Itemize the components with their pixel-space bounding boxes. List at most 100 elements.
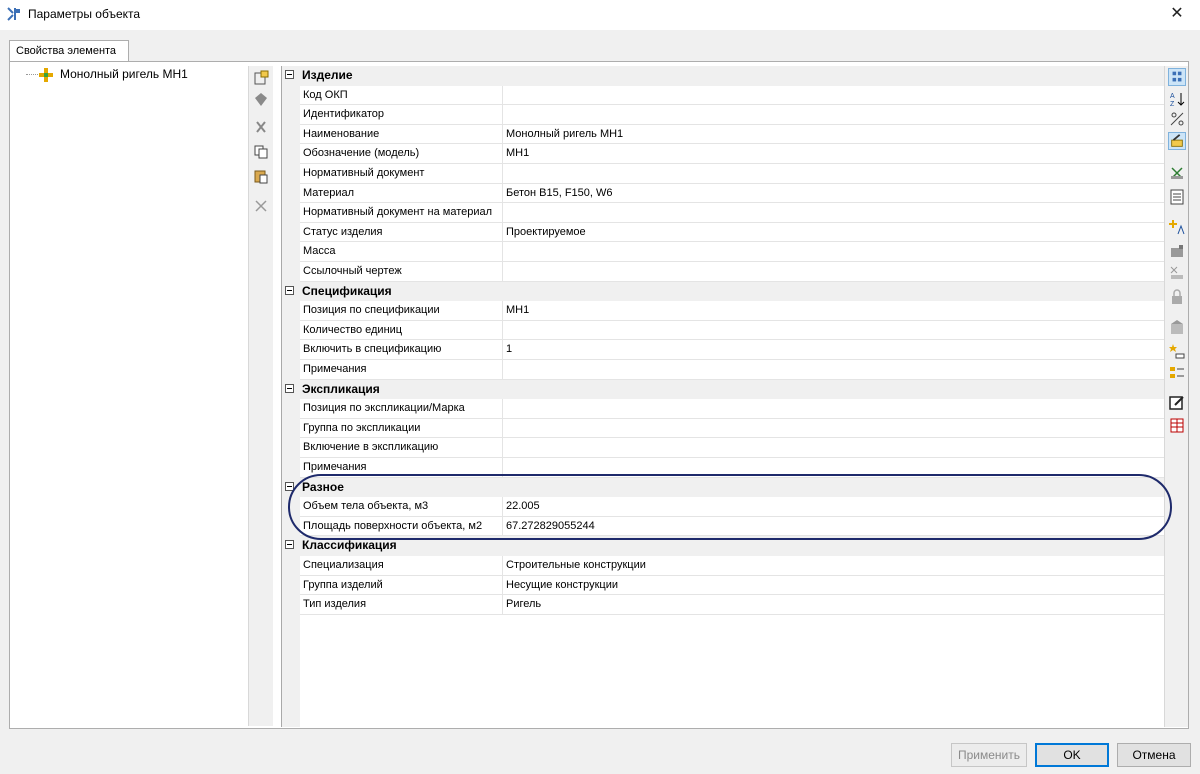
property-row[interactable]: Нормативный документ [282,164,1165,184]
edit-props-icon[interactable] [1168,132,1186,150]
collapse-icon[interactable] [285,383,294,393]
property-value[interactable] [503,262,1165,282]
svg-text:Z: Z [1170,101,1175,108]
property-row[interactable]: Тип изделия Ригель [282,595,1165,615]
apply-button[interactable]: Применить [951,743,1027,767]
template-icon[interactable] [1168,242,1186,260]
app-icon [7,7,20,21]
property-row[interactable]: Площадь поверхности объекта, м2 67.27282… [282,516,1165,537]
building-icon[interactable] [1168,318,1186,336]
property-value[interactable]: 22.005 [503,497,1165,517]
property-name: Обозначение (модель) [300,144,503,164]
collapse-icon[interactable] [285,540,294,550]
category-label: Спецификация [302,283,392,298]
property-value[interactable] [503,164,1165,184]
close-icon: ✕ [1170,5,1184,22]
property-row[interactable]: Статус изделия Проектируемое [282,222,1165,243]
category-label: Экспликация [302,381,380,396]
property-name: Количество единиц [300,320,503,341]
property-row[interactable]: Примечания [282,458,1165,478]
cancel-button[interactable]: Отмена [1117,743,1191,767]
collapse-icon[interactable] [285,481,294,491]
tree-item-root[interactable]: Монолный ригель МН1 [60,67,188,81]
property-value[interactable] [503,419,1165,439]
tab-element-properties[interactable]: Свойства элемента [9,40,129,62]
property-row[interactable]: Наименование Монолный ригель МН1 [282,124,1165,145]
sort-az-icon[interactable]: A Z [1168,90,1186,108]
property-value[interactable]: МН1 [503,144,1165,164]
property-name: Включение в экспликацию [300,438,503,458]
property-value[interactable]: Проектируемое [503,223,1165,243]
property-value[interactable]: Несущие конструкции [503,576,1165,596]
property-value[interactable] [503,321,1165,341]
category-specification[interactable]: Спецификация [282,281,1165,302]
property-value[interactable] [503,203,1165,223]
property-value[interactable] [503,105,1165,125]
property-row[interactable]: Идентификатор [282,105,1165,125]
copy-icon[interactable] [253,144,269,160]
property-row[interactable]: Группа по экспликации [282,418,1165,439]
table-delete-icon[interactable] [1168,416,1186,434]
property-row[interactable]: Нормативный документ на материал [282,203,1165,223]
tree-connector [26,74,38,75]
property-value[interactable]: Ригель [503,595,1165,615]
property-name: Площадь поверхности объекта, м2 [300,516,503,537]
property-value[interactable] [503,399,1165,419]
property-value[interactable] [503,438,1165,458]
categorized-view-icon[interactable] [1168,68,1186,86]
property-value[interactable]: 1 [503,340,1165,360]
property-row[interactable]: Примечания [282,360,1165,380]
property-row[interactable]: Специализация Строительные конструкции [282,556,1165,576]
property-row[interactable]: Количество единиц [282,320,1165,341]
property-name: Материал [300,183,503,204]
new-property-icon[interactable] [1168,342,1186,360]
property-list-icon[interactable] [1168,364,1186,382]
property-value[interactable] [503,458,1165,478]
edit-note-icon[interactable] [1168,394,1186,412]
property-value[interactable]: 67.272829055244 [503,517,1165,537]
property-value[interactable] [503,360,1165,380]
property-name: Примечания [300,360,503,380]
list-icon[interactable] [1168,188,1186,206]
property-row[interactable]: Ссылочный чертеж [282,262,1165,282]
property-row[interactable]: Позиция по спецификации МН1 [282,301,1165,321]
cut-icon[interactable] [253,120,269,136]
property-row[interactable]: Код ОКП [282,85,1165,106]
property-row[interactable]: Объем тела объекта, м3 22.005 [282,497,1165,517]
title-bar: Параметры объекта ✕ [0,0,1200,30]
property-row[interactable]: Обозначение (модель) МН1 [282,144,1165,164]
element-tree: Монолный ригель МН1 [22,67,242,91]
property-value[interactable]: МН1 [503,301,1165,321]
tag-icon[interactable] [253,92,269,108]
property-row[interactable]: Позиция по экспликации/Марка [282,399,1165,419]
close-button[interactable]: ✕ [1154,0,1200,30]
property-row[interactable]: Масса [282,242,1165,262]
remove-parameter-icon[interactable] [1168,264,1186,282]
property-name: Позиция по экспликации/Марка [300,399,503,419]
property-value[interactable]: Строительные конструкции [503,556,1165,576]
property-name: Тип изделия [300,595,503,615]
property-value[interactable] [503,86,1165,106]
category-explication[interactable]: Экспликация [282,379,1165,400]
filter-icon[interactable] [1168,110,1186,128]
paste-icon[interactable] [253,168,269,184]
collapse-icon[interactable] [285,70,294,79]
property-row[interactable]: Включение в экспликацию [282,438,1165,458]
property-value[interactable]: Монолный ригель МН1 [503,125,1165,145]
category-classification[interactable]: Классификация [282,536,1165,556]
property-value[interactable]: Бетон В15, F150, W6 [503,184,1165,204]
category-misc[interactable]: Разное [282,477,1165,498]
svg-text:A: A [1170,93,1175,100]
tools-icon[interactable] [1168,164,1186,182]
property-row[interactable]: Группа изделий Несущие конструкции [282,575,1165,596]
collapse-icon[interactable] [285,285,294,295]
property-row[interactable]: Включить в спецификацию 1 [282,340,1165,360]
property-row[interactable]: Материал Бетон В15, F150, W6 [282,183,1165,204]
lock-icon[interactable] [1168,288,1186,306]
new-element-icon[interactable] [253,70,269,86]
category-product[interactable]: Изделие [282,66,1165,86]
delete-icon[interactable] [253,198,269,214]
ok-button[interactable]: OK [1035,743,1109,767]
add-parameter-icon[interactable] [1168,218,1186,236]
property-value[interactable] [503,242,1165,262]
